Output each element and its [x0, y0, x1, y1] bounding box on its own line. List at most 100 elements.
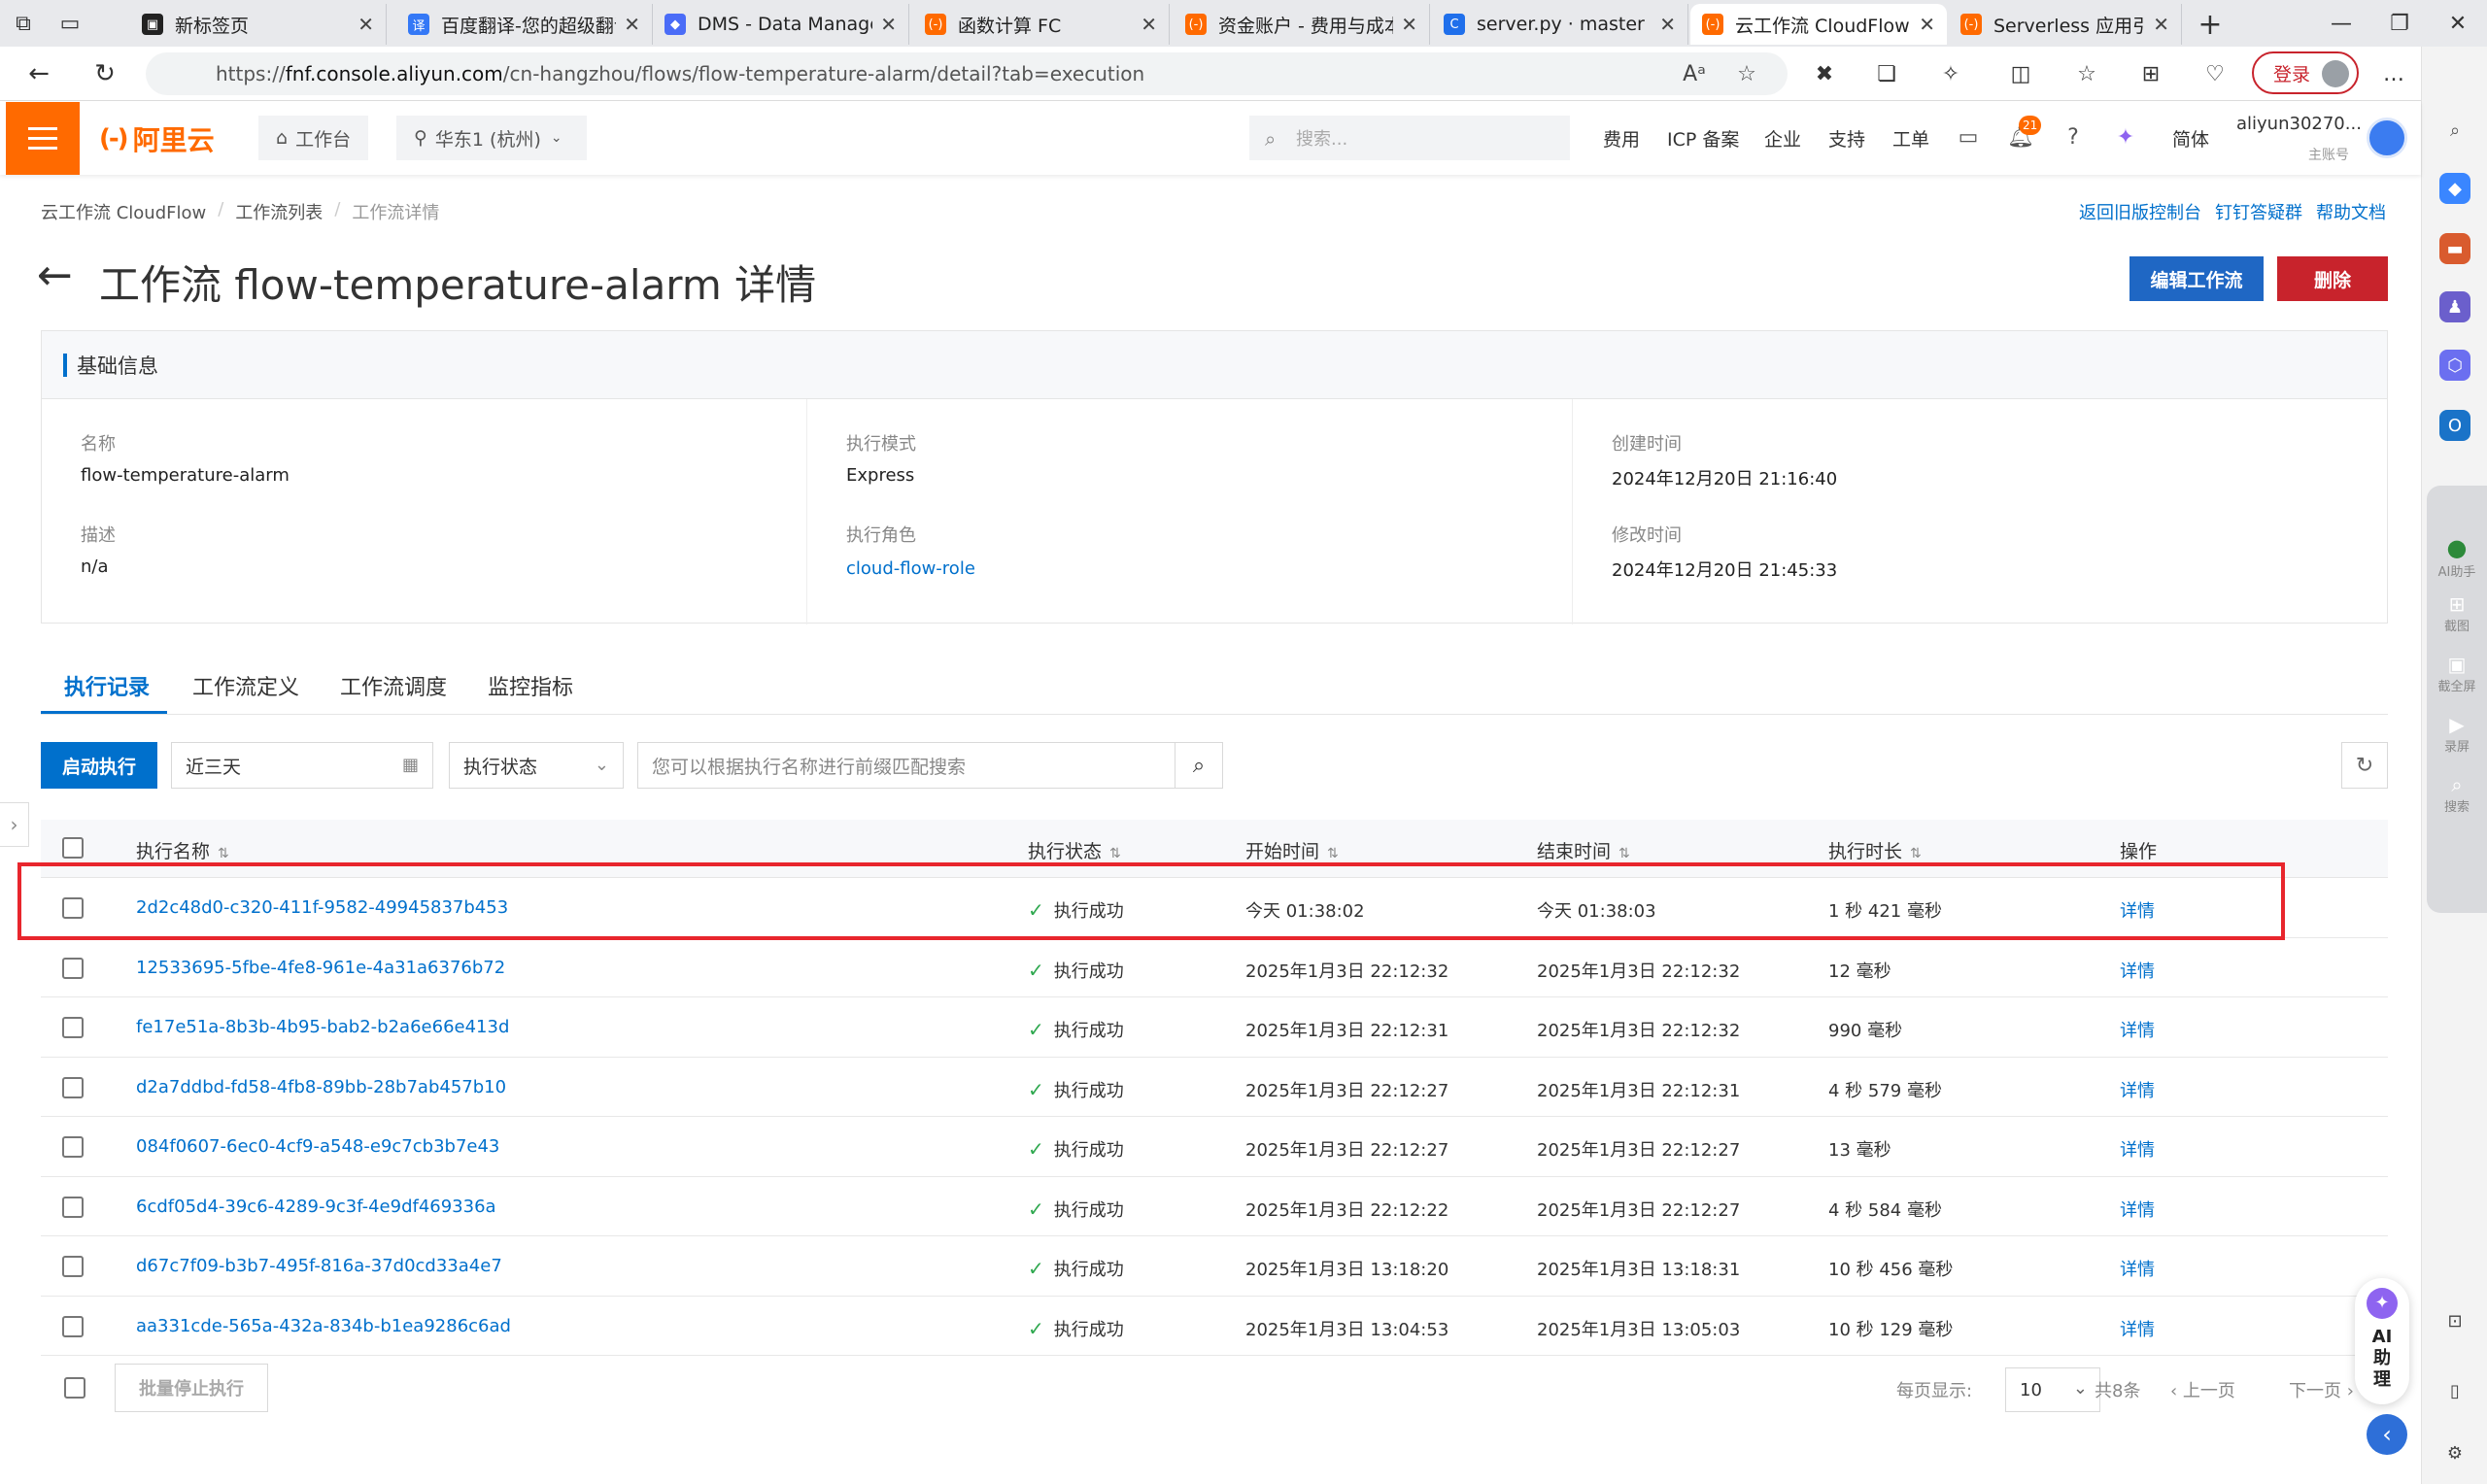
tab-actions-icon[interactable]: ▭: [47, 0, 93, 47]
sidebar-office-icon[interactable]: ⬡: [2439, 350, 2470, 381]
sidebar-games-icon[interactable]: ♟: [2439, 291, 2470, 322]
execution-name-link[interactable]: 084f0607-6ec0-4cf9-a548-e9c7cb3b7e43: [136, 1136, 499, 1157]
breadcrumb-flow-list[interactable]: 工作流列表: [235, 199, 323, 224]
more-menu-icon[interactable]: …: [2374, 54, 2413, 93]
detail-link[interactable]: 详情: [2120, 958, 2155, 983]
back-icon[interactable]: ←: [19, 54, 58, 93]
browser-tab[interactable]: ▣ 新标签页 ✕: [130, 4, 387, 45]
profile-login-button[interactable]: 登录: [2252, 51, 2359, 94]
breadcrumb-cloudflow[interactable]: 云工作流 CloudFlow: [41, 199, 206, 224]
row-checkbox[interactable]: [62, 1315, 84, 1337]
favorites-icon[interactable]: ☆: [2067, 54, 2106, 93]
browser-tab[interactable]: Cserver.py · master · sr ✕: [1432, 4, 1688, 45]
collections-icon[interactable]: ❏: [1867, 54, 1906, 93]
detail-link[interactable]: 详情: [2120, 1017, 2155, 1042]
tab-close-icon[interactable]: ✕: [1919, 13, 1935, 36]
account-avatar[interactable]: [2367, 118, 2407, 158]
header-link-support[interactable]: 支持: [1828, 125, 1865, 152]
dock-screenshot-icon[interactable]: ⊞ 截图: [2427, 592, 2487, 634]
help-icon[interactable]: ?: [2058, 121, 2089, 152]
batch-stop-button[interactable]: 批量停止执行: [115, 1364, 268, 1412]
browser-tab[interactable]: ◆ DMS - Data Managem ✕: [653, 4, 909, 45]
new-tab-button[interactable]: +: [2190, 4, 2231, 45]
tab-close-icon[interactable]: ✕: [1659, 13, 1676, 36]
status-filter-select[interactable]: 执行状态 ⌄: [449, 742, 624, 789]
delete-button[interactable]: 删除: [2277, 256, 2388, 301]
link-old-console[interactable]: 返回旧版控制台: [2079, 199, 2201, 224]
date-range-picker[interactable]: 近三天 ▦: [171, 742, 433, 789]
execution-name-link[interactable]: fe17e51a-8b3b-4b95-bab2-b2a6e66e413d: [136, 1017, 509, 1037]
header-link-icp[interactable]: ICP 备案: [1667, 125, 1739, 152]
select-all-checkbox[interactable]: [62, 837, 84, 859]
ai-assistant-button[interactable]: ✦ AI 助 理: [2355, 1278, 2409, 1404]
tab-close-icon[interactable]: ✕: [1141, 13, 1157, 36]
browser-tab[interactable]: (-) 资金账户 - 费用与成本 ✕: [1174, 4, 1430, 45]
browser-tab[interactable]: 译百度翻译-您的超级翻译 ✕: [396, 4, 653, 45]
language-switch[interactable]: 简体: [2172, 125, 2209, 152]
footer-select-all-checkbox[interactable]: [64, 1377, 85, 1399]
tab-executions[interactable]: 执行记录: [64, 670, 150, 701]
tab-close-icon[interactable]: ✕: [2153, 13, 2169, 36]
browser-tab[interactable]: (-) 函数计算 FC ✕: [913, 4, 1170, 45]
column-header-end[interactable]: 结束时间 ⇅: [1537, 837, 1630, 863]
execution-name-link[interactable]: d67c7f09-b3b7-495f-816a-37d0cd33a4e7: [136, 1256, 502, 1276]
column-header-duration[interactable]: 执行时长 ⇅: [1828, 837, 1922, 863]
close-window-icon[interactable]: ✕: [2429, 0, 2487, 47]
menu-icon[interactable]: [6, 102, 80, 175]
page-size-select[interactable]: 10 ⌄: [2005, 1367, 2100, 1412]
refresh-button[interactable]: ↻: [2341, 742, 2388, 789]
sidebar-panel-icon[interactable]: ▯: [2439, 1375, 2470, 1406]
tab-schedule[interactable]: 工作流调度: [340, 670, 447, 701]
maximize-icon[interactable]: ❐: [2370, 0, 2429, 47]
dock-search-icon[interactable]: ⌕ 搜索: [2427, 773, 2487, 815]
tab-close-icon[interactable]: ✕: [624, 13, 640, 36]
extension-x-icon[interactable]: ✖: [1805, 54, 1844, 93]
dock-fullscreen-icon[interactable]: ▣ 截全屏: [2427, 653, 2487, 694]
ai-star-icon[interactable]: ✦: [2110, 121, 2141, 152]
tab-close-icon[interactable]: ✕: [358, 13, 374, 36]
row-checkbox[interactable]: [62, 1196, 84, 1218]
link-dingtalk-group[interactable]: 钉钉答疑群: [2215, 199, 2302, 224]
collapse-panel-icon[interactable]: ‹: [2367, 1414, 2407, 1455]
next-page-button[interactable]: 下一页 ›: [2289, 1377, 2354, 1402]
column-header-status[interactable]: 执行状态 ⇅: [1028, 837, 1121, 863]
collections-add-icon[interactable]: ⊞: [2131, 54, 2170, 93]
detail-link[interactable]: 详情: [2120, 1316, 2155, 1341]
execution-name-link[interactable]: d2a7ddbd-fd58-4fb8-89bb-28b7ab457b10: [136, 1077, 506, 1097]
sidebar-tag-icon[interactable]: ◆: [2439, 173, 2470, 204]
sidebar-settings-icon[interactable]: ⚙: [2439, 1437, 2470, 1468]
reload-icon[interactable]: ↻: [85, 54, 124, 93]
link-help-docs[interactable]: 帮助文档: [2316, 199, 2386, 224]
row-checkbox[interactable]: [62, 1076, 84, 1098]
prev-page-button[interactable]: ‹ 上一页: [2170, 1377, 2235, 1402]
split-screen-icon[interactable]: ◫: [2001, 54, 2040, 93]
expand-sidebar-icon[interactable]: ›: [0, 802, 29, 847]
back-arrow-icon[interactable]: ←: [37, 254, 73, 297]
execution-search-input[interactable]: 您可以根据执行名称进行前缀匹配搜索: [637, 742, 1175, 789]
aliyun-logo[interactable]: (-) 阿里云: [99, 119, 215, 158]
row-checkbox[interactable]: [62, 1256, 84, 1277]
tab-close-icon[interactable]: ✕: [1401, 13, 1417, 36]
console-search-input[interactable]: ⌕ 搜索...: [1249, 116, 1570, 160]
tab-close-icon[interactable]: ✕: [880, 13, 897, 36]
execution-name-link[interactable]: aa331cde-565a-432a-834b-b1ea9286c6ad: [136, 1316, 511, 1336]
row-checkbox[interactable]: [62, 1017, 84, 1038]
detail-link[interactable]: 详情: [2120, 1077, 2155, 1102]
browser-tab[interactable]: (-) 云工作流 CloudFlow ✕: [1690, 4, 1947, 45]
read-aloud-icon[interactable]: Aᵃ: [1675, 54, 1714, 93]
header-link-enterprise[interactable]: 企业: [1764, 125, 1801, 152]
minimize-icon[interactable]: —: [2312, 0, 2370, 47]
column-header-start[interactable]: 开始时间 ⇅: [1245, 837, 1339, 863]
extensions-icon[interactable]: ✧: [1931, 54, 1970, 93]
edit-workflow-button[interactable]: 编辑工作流: [2129, 256, 2264, 301]
execution-name-link[interactable]: 6cdf05d4-39c6-4289-9c3f-4e9df469336a: [136, 1197, 496, 1217]
notification-bell-icon[interactable]: 🔔︎ 21: [2005, 116, 2042, 152]
sidebar-toolbox-icon[interactable]: ▬: [2439, 233, 2470, 264]
account-name[interactable]: aliyun30270...: [2236, 114, 2362, 134]
region-selector[interactable]: ⚲ 华东1 (杭州) ⌄: [396, 116, 587, 160]
detail-link[interactable]: 详情: [2120, 1197, 2155, 1222]
row-checkbox[interactable]: [62, 957, 84, 979]
header-link-billing[interactable]: 费用: [1603, 125, 1640, 152]
url-input[interactable]: https://fnf.console.aliyun.com/cn-hangzh…: [146, 52, 1788, 95]
detail-link[interactable]: 详情: [2120, 1136, 2155, 1162]
